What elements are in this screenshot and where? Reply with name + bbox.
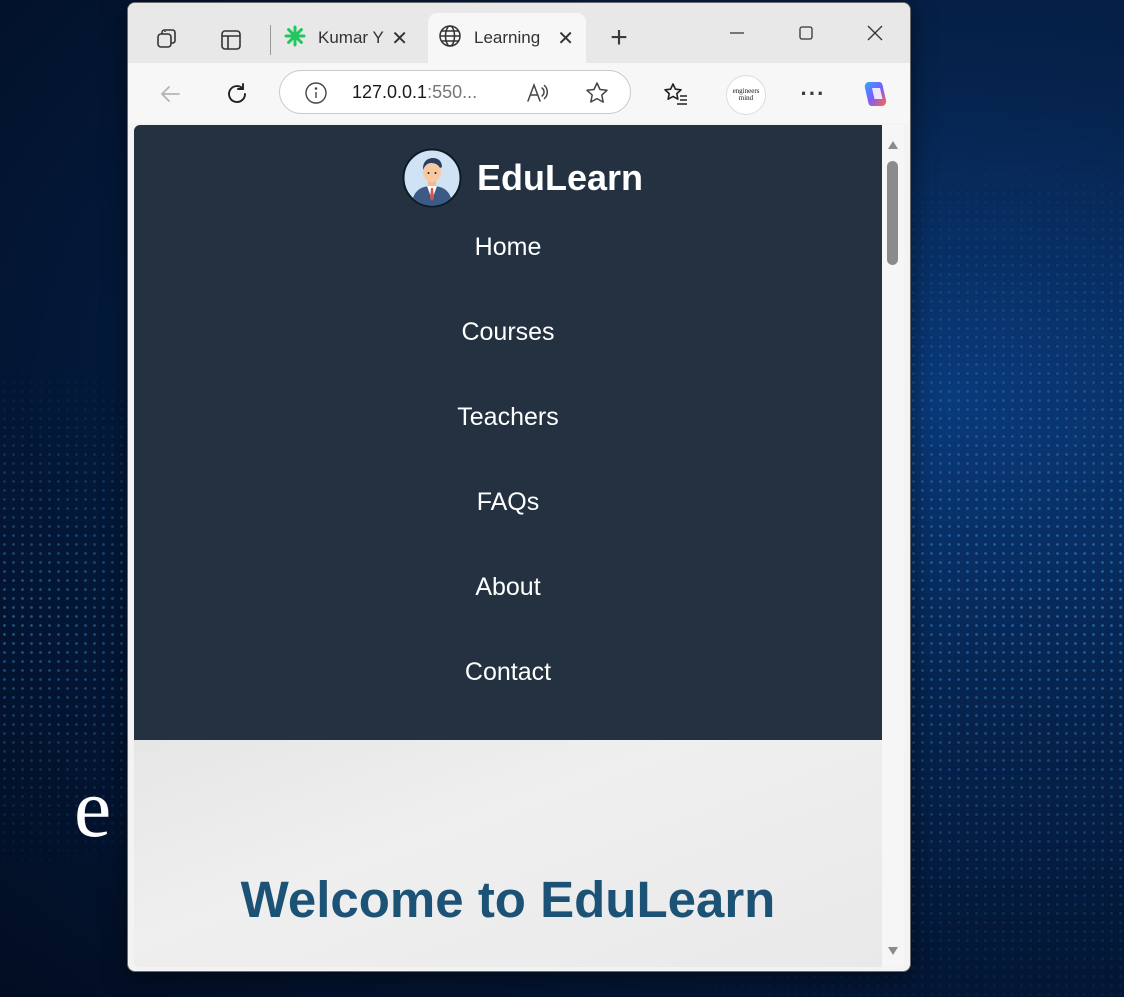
read-aloud-icon[interactable] — [524, 80, 550, 111]
copilot-icon[interactable] — [859, 77, 893, 111]
scroll-up-icon[interactable] — [887, 137, 899, 155]
scroll-down-icon[interactable] — [887, 943, 899, 961]
vertical-scrollbar[interactable] — [882, 125, 904, 967]
scrollbar-thumb[interactable] — [887, 161, 898, 265]
globe-icon — [438, 24, 462, 53]
page-viewport: EduLearn Home Courses Teachers FAQs Abou… — [134, 125, 882, 967]
favorite-star-icon[interactable] — [584, 80, 610, 111]
nav-courses[interactable]: Courses — [134, 318, 882, 347]
refresh-icon[interactable] — [222, 79, 252, 109]
brand[interactable]: EduLearn — [402, 148, 643, 208]
close-tab-icon[interactable]: ✕ — [557, 26, 574, 51]
favorites-icon[interactable] — [661, 79, 691, 109]
back-icon[interactable] — [155, 79, 185, 109]
tab-title: Learning — [474, 28, 541, 47]
tab-divider — [270, 25, 271, 55]
desktop-background-text: e — [74, 762, 112, 855]
close-tab-icon[interactable]: ✕ — [391, 26, 408, 51]
profile-avatar[interactable]: engineers mind — [726, 75, 766, 115]
tab-kumar[interactable]: Kumar Y ✕ — [274, 13, 420, 63]
tab-learning[interactable]: Learning ✕ — [428, 13, 586, 63]
maximize-icon[interactable] — [793, 20, 819, 46]
teacher-avatar-icon — [402, 148, 462, 208]
nav-home[interactable]: Home — [134, 233, 882, 262]
brand-name: EduLearn — [477, 157, 644, 198]
nav-about[interactable]: About — [134, 573, 882, 602]
site-info-icon[interactable] — [304, 81, 328, 110]
vertical-tabs-icon[interactable] — [216, 25, 246, 55]
new-tab-icon[interactable]: + — [604, 21, 634, 54]
site-header: EduLearn Home Courses Teachers FAQs Abou… — [134, 125, 882, 740]
tab-title: Kumar Y — [318, 28, 384, 47]
nav-teachers[interactable]: Teachers — [134, 403, 882, 432]
browser-window: Kumar Y ✕ Learning ✕ + 127.0.0.1:550... … — [127, 2, 911, 972]
address-bar[interactable]: 127.0.0.1:550... — [279, 70, 631, 114]
nav-contact[interactable]: Contact — [134, 658, 882, 687]
close-window-icon[interactable] — [862, 20, 888, 46]
nav-faqs[interactable]: FAQs — [134, 488, 882, 517]
minimize-icon[interactable] — [724, 20, 750, 46]
toolbar: 127.0.0.1:550... engineers mind ··· — [128, 63, 910, 123]
hero-section: Welcome to EduLearn — [134, 740, 882, 967]
more-options-icon[interactable]: ··· — [798, 79, 828, 109]
tab-bar: Kumar Y ✕ Learning ✕ + — [128, 3, 910, 63]
workspaces-icon[interactable] — [152, 25, 182, 55]
address-url: 127.0.0.1:550... — [352, 82, 478, 102]
asterisk-icon — [284, 25, 306, 52]
hero-heading: Welcome to EduLearn — [240, 871, 776, 928]
